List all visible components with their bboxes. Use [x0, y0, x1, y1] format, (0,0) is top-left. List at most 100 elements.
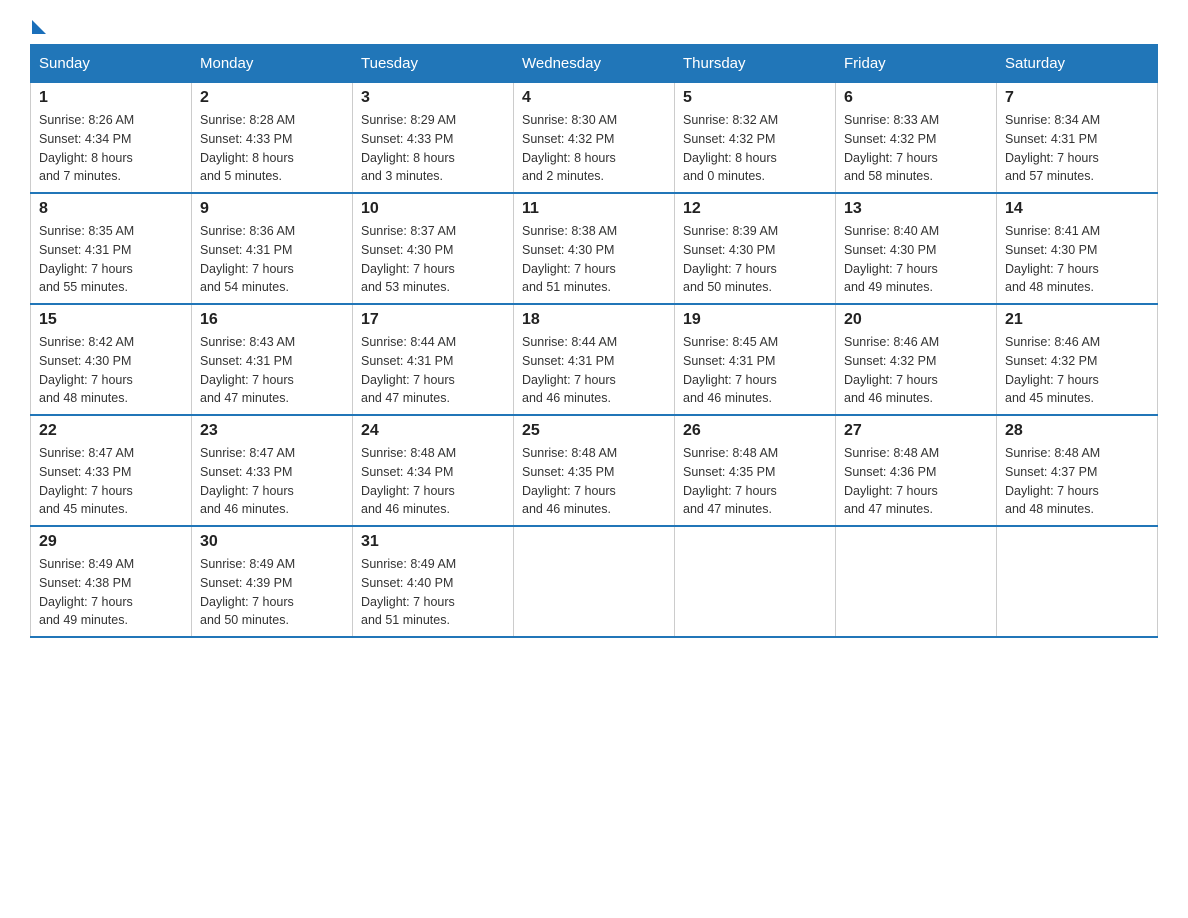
calendar-cell: 16 Sunrise: 8:43 AMSunset: 4:31 PMDaylig… [192, 304, 353, 415]
day-info: Sunrise: 8:48 AMSunset: 4:36 PMDaylight:… [844, 444, 988, 519]
day-number: 9 [200, 200, 344, 218]
calendar-cell: 15 Sunrise: 8:42 AMSunset: 4:30 PMDaylig… [31, 304, 192, 415]
day-number: 12 [683, 200, 827, 218]
header-friday: Friday [836, 45, 997, 83]
day-number: 18 [522, 311, 666, 329]
day-number: 16 [200, 311, 344, 329]
day-number: 22 [39, 422, 183, 440]
day-number: 3 [361, 89, 505, 107]
calendar-cell: 2 Sunrise: 8:28 AMSunset: 4:33 PMDayligh… [192, 83, 353, 194]
day-info: Sunrise: 8:32 AMSunset: 4:32 PMDaylight:… [683, 111, 827, 186]
day-info: Sunrise: 8:34 AMSunset: 4:31 PMDaylight:… [1005, 111, 1149, 186]
week-row-3: 15 Sunrise: 8:42 AMSunset: 4:30 PMDaylig… [31, 304, 1158, 415]
day-info: Sunrise: 8:44 AMSunset: 4:31 PMDaylight:… [361, 333, 505, 408]
calendar-cell: 11 Sunrise: 8:38 AMSunset: 4:30 PMDaylig… [514, 193, 675, 304]
day-number: 24 [361, 422, 505, 440]
day-info: Sunrise: 8:30 AMSunset: 4:32 PMDaylight:… [522, 111, 666, 186]
day-info: Sunrise: 8:26 AMSunset: 4:34 PMDaylight:… [39, 111, 183, 186]
day-info: Sunrise: 8:36 AMSunset: 4:31 PMDaylight:… [200, 222, 344, 297]
calendar-cell: 6 Sunrise: 8:33 AMSunset: 4:32 PMDayligh… [836, 83, 997, 194]
day-info: Sunrise: 8:37 AMSunset: 4:30 PMDaylight:… [361, 222, 505, 297]
calendar-cell: 8 Sunrise: 8:35 AMSunset: 4:31 PMDayligh… [31, 193, 192, 304]
week-row-5: 29 Sunrise: 8:49 AMSunset: 4:38 PMDaylig… [31, 526, 1158, 637]
day-number: 27 [844, 422, 988, 440]
calendar-cell: 17 Sunrise: 8:44 AMSunset: 4:31 PMDaylig… [353, 304, 514, 415]
calendar-cell: 20 Sunrise: 8:46 AMSunset: 4:32 PMDaylig… [836, 304, 997, 415]
day-info: Sunrise: 8:47 AMSunset: 4:33 PMDaylight:… [200, 444, 344, 519]
day-info: Sunrise: 8:48 AMSunset: 4:35 PMDaylight:… [522, 444, 666, 519]
week-row-4: 22 Sunrise: 8:47 AMSunset: 4:33 PMDaylig… [31, 415, 1158, 526]
calendar-cell: 22 Sunrise: 8:47 AMSunset: 4:33 PMDaylig… [31, 415, 192, 526]
day-number: 8 [39, 200, 183, 218]
day-info: Sunrise: 8:41 AMSunset: 4:30 PMDaylight:… [1005, 222, 1149, 297]
calendar-cell: 29 Sunrise: 8:49 AMSunset: 4:38 PMDaylig… [31, 526, 192, 637]
day-info: Sunrise: 8:33 AMSunset: 4:32 PMDaylight:… [844, 111, 988, 186]
header-saturday: Saturday [997, 45, 1158, 83]
calendar-cell: 10 Sunrise: 8:37 AMSunset: 4:30 PMDaylig… [353, 193, 514, 304]
header-sunday: Sunday [31, 45, 192, 83]
day-info: Sunrise: 8:46 AMSunset: 4:32 PMDaylight:… [1005, 333, 1149, 408]
calendar-cell: 9 Sunrise: 8:36 AMSunset: 4:31 PMDayligh… [192, 193, 353, 304]
calendar-cell: 27 Sunrise: 8:48 AMSunset: 4:36 PMDaylig… [836, 415, 997, 526]
calendar-cell: 4 Sunrise: 8:30 AMSunset: 4:32 PMDayligh… [514, 83, 675, 194]
calendar-cell: 28 Sunrise: 8:48 AMSunset: 4:37 PMDaylig… [997, 415, 1158, 526]
calendar-cell: 23 Sunrise: 8:47 AMSunset: 4:33 PMDaylig… [192, 415, 353, 526]
day-number: 20 [844, 311, 988, 329]
week-row-2: 8 Sunrise: 8:35 AMSunset: 4:31 PMDayligh… [31, 193, 1158, 304]
day-info: Sunrise: 8:39 AMSunset: 4:30 PMDaylight:… [683, 222, 827, 297]
day-number: 4 [522, 89, 666, 107]
day-number: 28 [1005, 422, 1149, 440]
calendar-table: SundayMondayTuesdayWednesdayThursdayFrid… [30, 44, 1158, 638]
day-number: 30 [200, 533, 344, 551]
calendar-cell [514, 526, 675, 637]
day-number: 25 [522, 422, 666, 440]
calendar-cell: 1 Sunrise: 8:26 AMSunset: 4:34 PMDayligh… [31, 83, 192, 194]
day-number: 21 [1005, 311, 1149, 329]
header-thursday: Thursday [675, 45, 836, 83]
day-info: Sunrise: 8:44 AMSunset: 4:31 PMDaylight:… [522, 333, 666, 408]
day-number: 6 [844, 89, 988, 107]
day-number: 2 [200, 89, 344, 107]
calendar-cell [675, 526, 836, 637]
day-info: Sunrise: 8:42 AMSunset: 4:30 PMDaylight:… [39, 333, 183, 408]
day-number: 19 [683, 311, 827, 329]
day-number: 26 [683, 422, 827, 440]
calendar-cell: 25 Sunrise: 8:48 AMSunset: 4:35 PMDaylig… [514, 415, 675, 526]
day-number: 14 [1005, 200, 1149, 218]
calendar-cell: 31 Sunrise: 8:49 AMSunset: 4:40 PMDaylig… [353, 526, 514, 637]
calendar-header-row: SundayMondayTuesdayWednesdayThursdayFrid… [31, 45, 1158, 83]
header-monday: Monday [192, 45, 353, 83]
day-number: 7 [1005, 89, 1149, 107]
day-info: Sunrise: 8:48 AMSunset: 4:34 PMDaylight:… [361, 444, 505, 519]
day-info: Sunrise: 8:29 AMSunset: 4:33 PMDaylight:… [361, 111, 505, 186]
calendar-cell: 21 Sunrise: 8:46 AMSunset: 4:32 PMDaylig… [997, 304, 1158, 415]
calendar-cell: 19 Sunrise: 8:45 AMSunset: 4:31 PMDaylig… [675, 304, 836, 415]
day-number: 1 [39, 89, 183, 107]
day-info: Sunrise: 8:28 AMSunset: 4:33 PMDaylight:… [200, 111, 344, 186]
day-info: Sunrise: 8:45 AMSunset: 4:31 PMDaylight:… [683, 333, 827, 408]
day-number: 31 [361, 533, 505, 551]
day-number: 11 [522, 200, 666, 218]
day-info: Sunrise: 8:48 AMSunset: 4:35 PMDaylight:… [683, 444, 827, 519]
calendar-cell [997, 526, 1158, 637]
day-info: Sunrise: 8:49 AMSunset: 4:38 PMDaylight:… [39, 555, 183, 630]
day-info: Sunrise: 8:47 AMSunset: 4:33 PMDaylight:… [39, 444, 183, 519]
day-info: Sunrise: 8:40 AMSunset: 4:30 PMDaylight:… [844, 222, 988, 297]
calendar-cell: 24 Sunrise: 8:48 AMSunset: 4:34 PMDaylig… [353, 415, 514, 526]
calendar-cell: 26 Sunrise: 8:48 AMSunset: 4:35 PMDaylig… [675, 415, 836, 526]
day-number: 5 [683, 89, 827, 107]
day-info: Sunrise: 8:49 AMSunset: 4:40 PMDaylight:… [361, 555, 505, 630]
calendar-cell: 14 Sunrise: 8:41 AMSunset: 4:30 PMDaylig… [997, 193, 1158, 304]
calendar-cell: 5 Sunrise: 8:32 AMSunset: 4:32 PMDayligh… [675, 83, 836, 194]
calendar-cell: 7 Sunrise: 8:34 AMSunset: 4:31 PMDayligh… [997, 83, 1158, 194]
calendar-cell: 12 Sunrise: 8:39 AMSunset: 4:30 PMDaylig… [675, 193, 836, 304]
header-wednesday: Wednesday [514, 45, 675, 83]
day-info: Sunrise: 8:35 AMSunset: 4:31 PMDaylight:… [39, 222, 183, 297]
day-number: 17 [361, 311, 505, 329]
logo [30, 20, 46, 34]
calendar-cell [836, 526, 997, 637]
calendar-cell: 3 Sunrise: 8:29 AMSunset: 4:33 PMDayligh… [353, 83, 514, 194]
logo-triangle-icon [32, 20, 46, 34]
day-info: Sunrise: 8:43 AMSunset: 4:31 PMDaylight:… [200, 333, 344, 408]
calendar-cell: 13 Sunrise: 8:40 AMSunset: 4:30 PMDaylig… [836, 193, 997, 304]
